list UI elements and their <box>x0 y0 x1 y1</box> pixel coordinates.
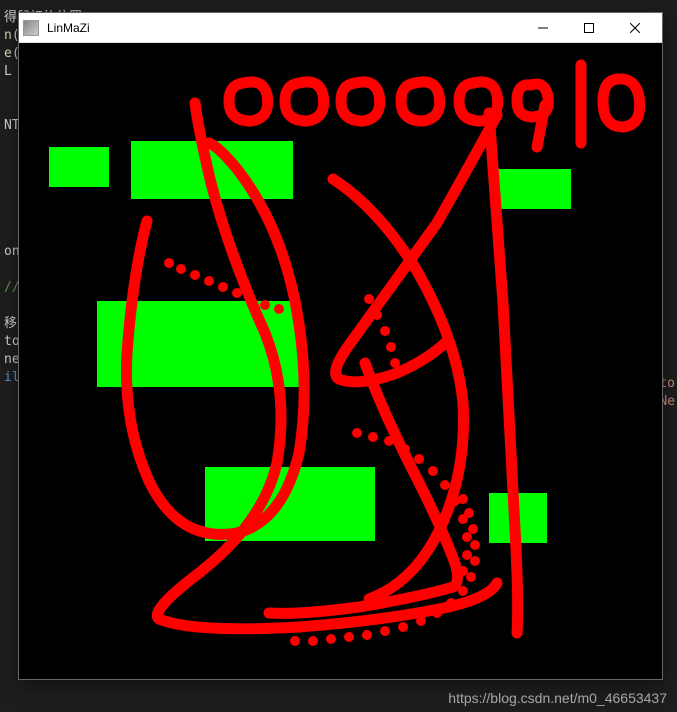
app-window: LinMaZi <box>18 12 663 680</box>
window-controls <box>520 13 658 43</box>
close-button[interactable] <box>612 13 658 43</box>
window-title: LinMaZi <box>47 21 520 35</box>
maximize-button[interactable] <box>566 13 612 43</box>
minimize-icon <box>538 23 548 33</box>
drawing-canvas[interactable] <box>19 43 662 679</box>
watermark: https://blog.csdn.net/m0_46653437 <box>448 690 667 706</box>
close-icon <box>630 23 640 33</box>
titlebar[interactable]: LinMaZi <box>19 13 662 43</box>
minimize-button[interactable] <box>520 13 566 43</box>
maximize-icon <box>584 23 594 33</box>
freehand-drawing <box>19 43 662 679</box>
app-icon <box>23 20 39 36</box>
